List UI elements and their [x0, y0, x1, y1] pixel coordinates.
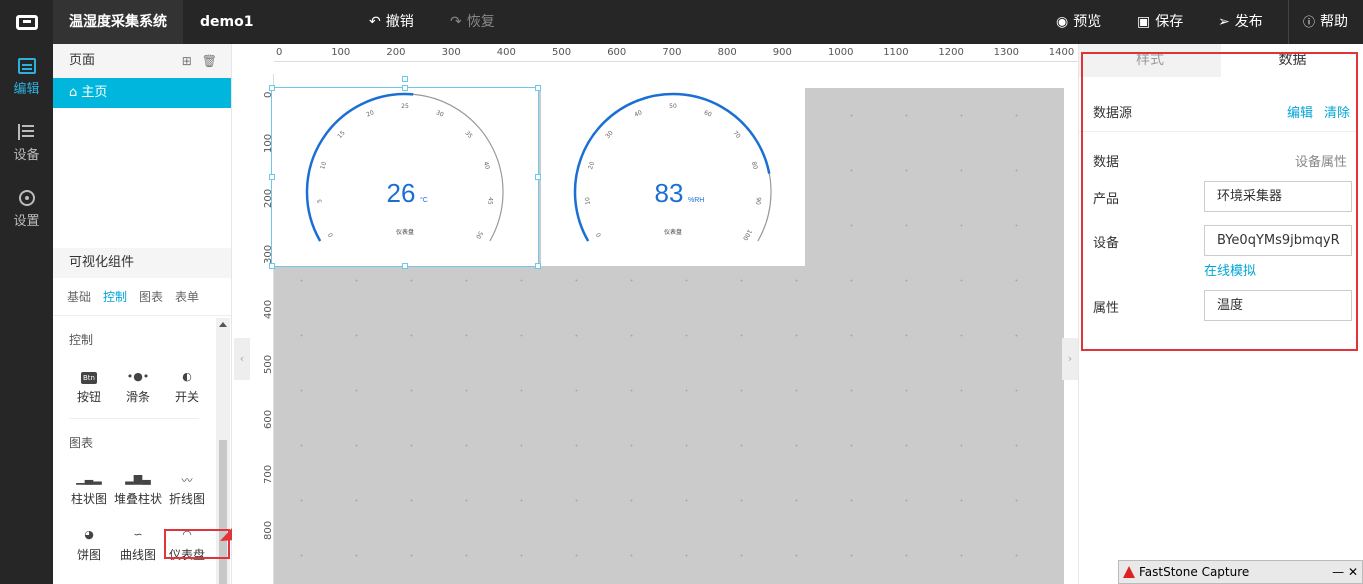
gauge-tick-label: 60: [703, 109, 713, 119]
resize-handle[interactable]: [402, 85, 408, 91]
gauge-tick-label: 50: [474, 230, 484, 240]
gauge-tick-label: 50: [669, 103, 677, 110]
gauge-tick-label: 90: [754, 197, 762, 206]
ruler-tick: 1300: [993, 47, 1020, 58]
properties-panel: 样式 数据 数据源 编辑 清除 数据 设备属性 产品 环境采集器 设备 BYe0…: [1078, 44, 1363, 584]
gauge-tick-label: 0: [595, 231, 603, 238]
collapse-left-icon[interactable]: ‹: [234, 338, 250, 380]
resize-handle[interactable]: [269, 85, 275, 91]
gauge-tick-label: 20: [365, 109, 375, 119]
resize-handle[interactable]: [269, 174, 275, 180]
gauge-tick-label: 40: [633, 109, 643, 119]
ruler-tick: 700: [263, 465, 274, 485]
gauge-widget-humidity[interactable]: 0 10 20 30 40 50 60 70 80 90 100 83 %RH 仪表盘: [541, 88, 805, 266]
horizontal-ruler: 0 100 200 300 400 500 600 700 800 900 1000 1100 1200…: [274, 44, 1078, 62]
rotate-handle[interactable]: [402, 76, 408, 82]
gauge-tick-label: 10: [584, 197, 592, 206]
gauge-value-arc: [573, 92, 771, 242]
gauge-temperature: 0 5 10 15 20 25 30 35 40 45 50 26 °C 仪表盘: [305, 92, 504, 242]
ruler-tick: 200: [386, 47, 406, 58]
ruler-tick: 500: [552, 47, 572, 58]
minimize-close-icon[interactable]: — ✕: [1332, 561, 1358, 583]
gauge-unit: %RH: [688, 197, 704, 204]
gauge-tick-label: 30: [604, 129, 614, 139]
gauge-value: 83: [655, 178, 684, 208]
ruler-tick: 400: [496, 47, 516, 58]
gauge-tick-label: 35: [463, 130, 473, 140]
ruler-tick: 1400: [1048, 47, 1075, 58]
resize-handle[interactable]: [269, 263, 275, 269]
faststone-capture-bar[interactable]: FastStone Capture — ✕: [1118, 560, 1363, 584]
gauge-tick-label: 100: [741, 228, 753, 242]
ruler-tick: 900: [772, 47, 792, 58]
ruler-tick: 1000: [828, 47, 854, 58]
ruler-tick: 600: [263, 410, 274, 430]
gauge-tick-label: 45: [486, 197, 494, 206]
gauge-tick-label: 70: [731, 130, 741, 140]
gauge-label: 仪表盘: [664, 228, 682, 236]
ruler-tick: 400: [263, 299, 274, 319]
gauge-tick-label: 5: [316, 198, 323, 203]
design-canvas: 0 100 200 300 400 500 600 700 800 900 1000 1100 1200…: [232, 44, 1078, 584]
collapse-right-icon[interactable]: ›: [1062, 338, 1078, 380]
ruler-tick: 800: [263, 520, 274, 540]
gauge-tick-label: 20: [587, 161, 596, 171]
ruler-tick: 800: [717, 47, 737, 58]
gauge-tick-label: 15: [336, 129, 346, 139]
gauge-label: 仪表盘: [396, 228, 414, 236]
gauge-widget-temperature[interactable]: 0 5 10 15 20 25 30 35 40 45 50 26 °C 仪表盘: [269, 76, 541, 269]
gauge-tick-label: 30: [435, 109, 445, 119]
gauge-tick-label: 40: [482, 161, 491, 171]
gauge-tick-label: 0: [327, 231, 335, 238]
gauge-tick-label: 80: [750, 161, 759, 171]
faststone-logo-icon: [1123, 566, 1135, 578]
ruler-tick: 600: [607, 47, 627, 58]
ruler-tick: 0: [276, 47, 283, 58]
ruler-tick: 700: [662, 47, 682, 58]
gauge-value: 26: [387, 178, 416, 208]
gauge-tick-label: 25: [401, 103, 409, 110]
ruler-tick: 500: [263, 354, 274, 374]
resize-handle[interactable]: [402, 263, 408, 269]
gauge-unit: °C: [420, 196, 428, 204]
ruler-tick: 1200: [938, 47, 964, 58]
ruler-tick: 1100: [883, 47, 909, 58]
gauge-track: [306, 93, 504, 242]
gauge-tick-label: 10: [319, 161, 328, 171]
gauge-humidity: 0 10 20 30 40 50 60 70 80 90 100 83 %RH 仪表盘: [573, 92, 772, 242]
ruler-tick: 100: [331, 47, 351, 58]
gauge-track: [574, 93, 772, 242]
ruler-tick: 300: [441, 47, 461, 58]
annotation-box: [1081, 52, 1358, 351]
